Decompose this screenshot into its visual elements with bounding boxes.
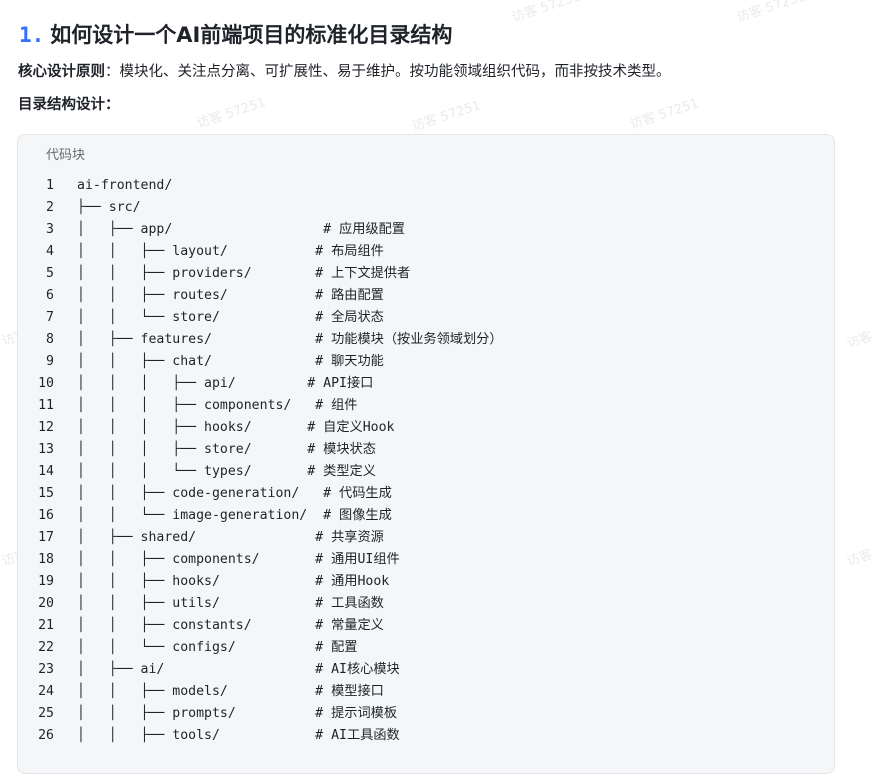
code-text: │ │ ├── code-generation/ # 代码生成 [77,486,392,501]
code-line: 25 │ │ ├── prompts/ # 提示词模板 [18,703,834,725]
code-line: 18 │ │ ├── components/ # 通用UI组件 [18,549,834,571]
code-text: │ ├── ai/ # AI核心模块 [77,662,400,677]
section-number: 1. [19,23,45,47]
code-block: 代码块 1 ai-frontend/2 ├── src/3 │ ├── app/ # … [17,134,835,774]
line-number: 2 [46,200,54,215]
code-line: 24 │ │ ├── models/ # 模型接口 [18,681,834,703]
code-text: │ │ ├── tools/ # AI工具函数 [77,728,400,743]
code-line: 23 │ ├── ai/ # AI核心模块 [18,659,834,681]
code-text: │ │ │ └── types/ # 类型定义 [77,464,376,479]
line-number: 8 [46,332,54,347]
line-number: 12 [38,420,54,435]
code-text: │ │ │ ├── components/ # 组件 [77,398,358,413]
code-text: │ │ └── configs/ # 配置 [77,640,358,655]
section-heading: 1. 如何设计一个AI前端项目的标准化目录结构 [19,20,452,50]
line-number: 19 [38,574,54,589]
code-line: 21 │ │ ├── constants/ # 常量定义 [18,615,834,637]
watermark-text: 访客 57251 [845,315,873,352]
code-text: │ │ ├── layout/ # 布局组件 [77,244,384,259]
line-number: 18 [38,552,54,567]
design-principle-paragraph: 核心设计原则：模块化、关注点分离、可扩展性、易于维护。按功能领域组织代码，而非按… [18,61,671,83]
code-text: │ │ │ ├── api/ # API接口 [77,376,374,391]
code-line: 19 │ │ ├── hooks/ # 通用Hook [18,571,834,593]
code-line: 10 │ │ │ ├── api/ # API接口 [18,373,834,395]
code-line: 5 │ │ ├── providers/ # 上下文提供者 [18,263,834,285]
code-line: 12 │ │ │ ├── hooks/ # 自定义Hook [18,417,834,439]
watermark-text: 访客 57251 [845,533,873,570]
line-number: 1 [46,178,54,193]
code-line: 17 │ ├── shared/ # 共享资源 [18,527,834,549]
structure-label: 目录结构设计： [18,97,120,113]
line-number: 7 [46,310,54,325]
code-text: │ ├── features/ # 功能模块（按业务领域划分） [77,332,503,347]
code-text: │ │ ├── constants/ # 常量定义 [77,618,384,633]
code-line: 16 │ │ └── image-generation/ # 图像生成 [18,505,834,527]
line-number: 15 [38,486,54,501]
code-text: │ ├── app/ # 应用级配置 [77,222,405,237]
code-text: ai-frontend/ [77,178,173,193]
code-text: │ │ └── image-generation/ # 图像生成 [77,508,392,523]
line-number: 6 [46,288,54,303]
code-line: 13 │ │ │ ├── store/ # 模块状态 [18,439,834,461]
line-number: 25 [38,706,54,721]
code-text: │ │ ├── routes/ # 路由配置 [77,288,384,303]
watermark-text: 访客 57251 [195,95,268,132]
watermark-text: 访客 57251 [628,96,701,133]
code-line: 11 │ │ │ ├── components/ # 组件 [18,395,834,417]
line-number: 22 [38,640,54,655]
line-number: 9 [46,354,54,369]
section-title: 如何设计一个AI前端项目的标准化目录结构 [50,23,453,47]
code-line: 9 │ │ ├── chat/ # 聊天功能 [18,351,834,373]
line-number: 24 [38,684,54,699]
code-text: │ │ ├── providers/ # 上下文提供者 [77,266,411,281]
watermark-text: 访客 57251 [410,98,483,135]
code-lines: 1 ai-frontend/2 ├── src/3 │ ├── app/ # 应用级配… [18,175,834,747]
line-number: 16 [38,508,54,523]
code-text: │ │ ├── prompts/ # 提示词模板 [77,706,398,721]
line-number: 3 [46,222,54,237]
line-number: 4 [46,244,54,259]
watermark-text: 访客 57251 [510,0,583,26]
code-line: 4 │ │ ├── layout/ # 布局组件 [18,241,834,263]
code-text: │ │ ├── components/ # 通用UI组件 [77,552,400,567]
code-line: 1 ai-frontend/ [18,175,834,197]
design-principle-label: 核心设计原则 [18,64,105,80]
code-text: │ │ │ ├── hooks/ # 自定义Hook [77,420,395,435]
code-text: │ ├── shared/ # 共享资源 [77,530,384,545]
code-line: 15 │ │ ├── code-generation/ # 代码生成 [18,483,834,505]
code-text: ├── src/ [77,200,141,215]
code-line: 2 ├── src/ [18,197,834,219]
line-number: 5 [46,266,54,281]
watermark-text: 访客 57251 [735,0,808,26]
design-principle-text: ：模块化、关注点分离、可扩展性、易于维护。按功能领域组织代码，而非按技术类型。 [105,64,671,80]
code-line: 8 │ ├── features/ # 功能模块（按业务领域划分） [18,329,834,351]
code-line: 3 │ ├── app/ # 应用级配置 [18,219,834,241]
code-text: │ │ ├── models/ # 模型接口 [77,684,384,699]
line-number: 23 [38,662,54,677]
code-text: │ │ ├── chat/ # 聊天功能 [77,354,384,369]
code-text: │ │ └── store/ # 全局状态 [77,310,384,325]
code-line: 6 │ │ ├── routes/ # 路由配置 [18,285,834,307]
code-text: │ │ │ ├── store/ # 模块状态 [77,442,376,457]
line-number: 21 [38,618,54,633]
line-number: 13 [38,442,54,457]
line-number: 11 [38,398,54,413]
line-number: 10 [38,376,54,391]
code-line: 20 │ │ ├── utils/ # 工具函数 [18,593,834,615]
line-number: 26 [38,728,54,743]
code-line: 26 │ │ ├── tools/ # AI工具函数 [18,725,834,747]
code-line: 22 │ │ └── configs/ # 配置 [18,637,834,659]
code-block-caption: 代码块 [46,148,86,163]
code-text: │ │ ├── hooks/ # 通用Hook [77,574,390,589]
code-text: │ │ ├── utils/ # 工具函数 [77,596,384,611]
code-line: 14 │ │ │ └── types/ # 类型定义 [18,461,834,483]
line-number: 17 [38,530,54,545]
line-number: 14 [38,464,54,479]
code-line: 7 │ │ └── store/ # 全局状态 [18,307,834,329]
line-number: 20 [38,596,54,611]
